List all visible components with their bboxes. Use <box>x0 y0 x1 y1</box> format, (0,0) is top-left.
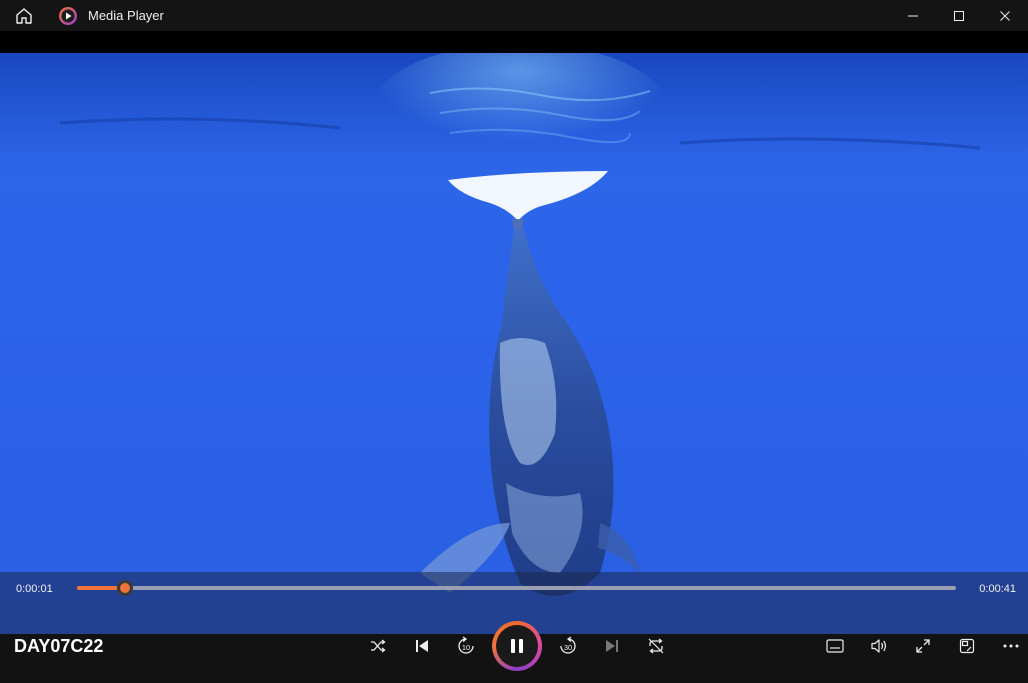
mini-view-button[interactable] <box>951 630 983 662</box>
more-button[interactable] <box>995 630 1027 662</box>
video-frame[interactable] <box>0 53 1028 635</box>
close-icon <box>1000 10 1010 21</box>
skip-back-button[interactable]: 10 <box>450 630 482 662</box>
fullscreen-button[interactable] <box>907 630 939 662</box>
pause-icon <box>511 639 523 653</box>
next-button[interactable] <box>596 630 628 662</box>
subtitles-icon <box>826 639 844 653</box>
skip-forward-30-icon: 30 <box>560 636 576 654</box>
shuffle-button[interactable] <box>362 630 394 662</box>
seek-bar[interactable] <box>77 580 956 596</box>
minimize-icon <box>908 15 918 16</box>
repeat-icon <box>648 638 664 654</box>
more-icon <box>1003 644 1019 648</box>
window-title: Media Player <box>88 8 164 23</box>
close-button[interactable] <box>982 0 1028 31</box>
next-icon <box>606 640 618 652</box>
mini-view-icon <box>959 638 975 654</box>
maximize-button[interactable] <box>936 0 982 31</box>
shuffle-icon <box>371 639 386 653</box>
media-title: DAY07C22 <box>14 636 104 656</box>
total-time: 0:00:41 <box>979 583 1016 595</box>
fullscreen-icon <box>916 639 930 653</box>
pause-button[interactable] <box>492 621 542 671</box>
subtitles-button[interactable] <box>819 630 851 662</box>
skip-forward-seconds: 30 <box>564 643 572 652</box>
volume-button[interactable] <box>863 630 895 662</box>
title-bar: Media Player <box>0 0 1028 31</box>
media-player-app-icon <box>59 6 77 25</box>
skip-forward-button[interactable]: 30 <box>552 630 584 662</box>
volume-icon <box>871 639 886 653</box>
skip-back-10-icon: 10 <box>458 636 474 654</box>
previous-icon <box>416 640 428 652</box>
home-button[interactable] <box>0 0 48 31</box>
letterbox-band <box>0 31 1028 53</box>
repeat-button[interactable] <box>640 630 672 662</box>
maximize-icon <box>954 10 964 21</box>
video-scene <box>0 53 1028 596</box>
current-time: 0:00:01 <box>16 583 53 595</box>
previous-button[interactable] <box>406 630 438 662</box>
home-icon <box>16 7 32 24</box>
minimize-button[interactable] <box>890 0 936 31</box>
skip-back-seconds: 10 <box>462 643 470 652</box>
